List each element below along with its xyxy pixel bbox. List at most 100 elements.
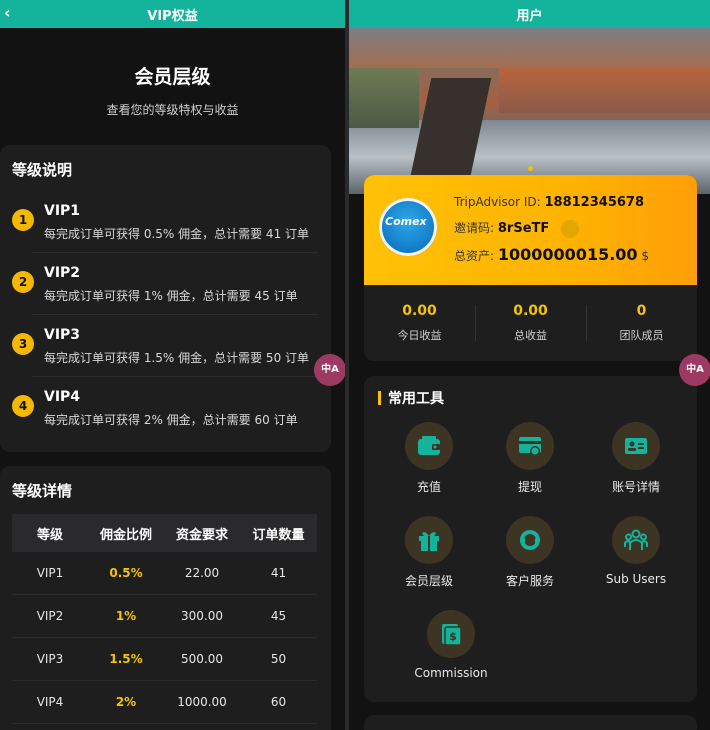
cell-commission: 2% <box>115 695 137 709</box>
banner-rooftops <box>349 28 710 68</box>
translate-float-button[interactable]: 中A <box>314 354 345 386</box>
screen: ‹ VIP权益 会员层级 查看您的等级特权与收益 等级说明 1 VIP1 每完成… <box>0 0 710 730</box>
stat-team-members: 0 团队成员 <box>586 285 697 361</box>
divider <box>32 314 318 315</box>
levels-title: 等级说明 <box>12 161 73 179</box>
cell-commission: 0.5% <box>109 566 143 580</box>
chevron-left-icon[interactable]: ‹ <box>4 4 18 24</box>
level-name: VIP4 <box>44 389 81 405</box>
vip-page-title: VIP权益 <box>147 8 198 24</box>
cell-funds: 500.00 <box>181 652 223 666</box>
user-id-line: TripAdvisor ID: 18812345678 <box>454 195 644 210</box>
header-funds: 资金要求 <box>175 527 228 543</box>
level-badge: 3 <box>12 333 34 355</box>
header-orders: 订单数量 <box>252 527 305 543</box>
level-name: VIP1 <box>44 203 81 219</box>
invite-line: 邀请码: 8rSeTF <box>454 219 580 238</box>
cell-funds: 1000.00 <box>177 695 227 709</box>
cell-orders: 50 <box>270 652 287 666</box>
tool-label: 提现 <box>517 480 542 494</box>
cell-commission: 1.5% <box>109 652 143 666</box>
commission-doc-icon: $ <box>427 610 475 658</box>
stat-label: 今日收益 <box>397 329 442 342</box>
banner-buildings <box>499 68 710 113</box>
tool-recharge[interactable]: 充值 <box>379 422 479 495</box>
cell-level: VIP1 <box>36 566 64 580</box>
cell-funds: 300.00 <box>181 609 223 623</box>
card-withdraw-icon <box>506 422 554 470</box>
hero-subtitle: 查看您的等级特权与收益 <box>106 103 239 117</box>
user-panel: 用户 Comex TripAdvisor ID: 18812345678 邀请码… <box>349 0 710 730</box>
level-desc: 每完成订单可获得 1.5% 佣金，总计需要 50 订单 <box>44 351 310 365</box>
table-row: VIP3 1.5% 500.00 50 <box>12 638 317 681</box>
table-row: VIP2 1% 300.00 45 <box>12 595 317 638</box>
next-section-card <box>364 715 697 730</box>
hero-title: 会员层级 <box>134 66 211 88</box>
tool-withdraw[interactable]: 提现 <box>480 422 580 495</box>
cell-orders: 60 <box>270 695 287 709</box>
wallet-icon <box>405 422 453 470</box>
assets-value: 1000000015.00 <box>497 245 638 264</box>
tool-commission[interactable]: $ Commission <box>401 610 501 680</box>
svg-text:$: $ <box>449 630 457 643</box>
tools-title: 常用工具 <box>378 388 444 408</box>
logo-text: Comex <box>385 215 427 228</box>
vip-topbar: ‹ VIP权益 <box>0 0 345 28</box>
tool-label: 账号详情 <box>611 480 660 494</box>
table-header: 等级 佣金比例 资金要求 订单数量 <box>12 514 317 552</box>
table-row: VIP1 0.5% 22.00 41 <box>12 552 317 595</box>
invite-label: 邀请码: <box>454 221 495 235</box>
user-id-value: 18812345678 <box>544 195 645 210</box>
assets-unit: $ <box>641 249 650 263</box>
assets-line: 总资产: 1000000015.00 $ <box>454 245 649 264</box>
company-logo: Comex <box>379 198 437 256</box>
details-card: 等级详情 等级 佣金比例 资金要求 订单数量 VIP1 0.5% 22.00 4… <box>0 466 331 730</box>
level-desc: 每完成订单可获得 1% 佣金，总计需要 45 订单 <box>44 289 298 303</box>
level-badge: 4 <box>12 395 34 417</box>
tool-label: Sub Users <box>605 572 667 586</box>
tool-label: 客户服务 <box>505 574 554 588</box>
table-row: VIP4 2% 1000.00 60 <box>12 681 317 724</box>
tool-customer-service[interactable]: 客户服务 <box>480 516 580 589</box>
tool-label: 会员层级 <box>404 574 453 588</box>
banner-trees <box>349 68 419 128</box>
divider <box>32 376 318 377</box>
tool-sub-users[interactable]: Sub Users <box>586 516 686 586</box>
details-title: 等级详情 <box>12 482 73 500</box>
stat-value: 0.00 <box>402 303 437 319</box>
stat-value: 0.00 <box>513 303 548 319</box>
level-badge: 1 <box>12 209 34 231</box>
stat-label: 团队成员 <box>619 329 664 342</box>
carousel-dot-active[interactable] <box>528 166 533 171</box>
id-card-icon <box>612 422 660 470</box>
header-level: 等级 <box>36 527 63 543</box>
level-desc: 每完成订单可获得 0.5% 佣金，总计需要 41 订单 <box>44 227 310 241</box>
tool-label: 充值 <box>416 480 441 494</box>
tool-member-levels[interactable]: 会员层级 <box>379 516 479 589</box>
cell-commission: 1% <box>115 609 137 623</box>
user-header: Comex TripAdvisor ID: 18812345678 邀请码: 8… <box>364 175 697 285</box>
header-commission: 佣金比例 <box>99 527 152 543</box>
headset-icon <box>506 516 554 564</box>
cell-funds: 22.00 <box>184 566 220 580</box>
user-info-card: Comex TripAdvisor ID: 18812345678 邀请码: 8… <box>364 175 697 361</box>
levels-card: 等级说明 1 VIP1 每完成订单可获得 0.5% 佣金，总计需要 41 订单 … <box>0 145 331 452</box>
stats-row: 0.00 今日收益 0.00 总收益 0 团队成员 <box>364 285 697 361</box>
translate-float-button[interactable]: 中A <box>679 354 710 386</box>
level-name: VIP2 <box>44 265 81 281</box>
user-id-label: TripAdvisor ID: <box>454 195 541 209</box>
copy-icon[interactable] <box>561 219 580 238</box>
assets-label: 总资产: <box>454 249 495 263</box>
cell-orders: 41 <box>270 566 287 580</box>
users-group-icon <box>612 516 660 564</box>
level-name: VIP3 <box>44 327 81 343</box>
tool-account-details[interactable]: 账号详情 <box>586 422 686 495</box>
gift-icon <box>405 516 453 564</box>
stat-value: 0 <box>636 303 647 319</box>
divider <box>32 252 318 253</box>
stat-total-income: 0.00 总收益 <box>475 285 586 361</box>
cell-level: VIP3 <box>36 652 64 666</box>
stat-label: 总收益 <box>514 329 547 342</box>
stat-today-income: 0.00 今日收益 <box>364 285 475 361</box>
cell-orders: 45 <box>270 609 287 623</box>
